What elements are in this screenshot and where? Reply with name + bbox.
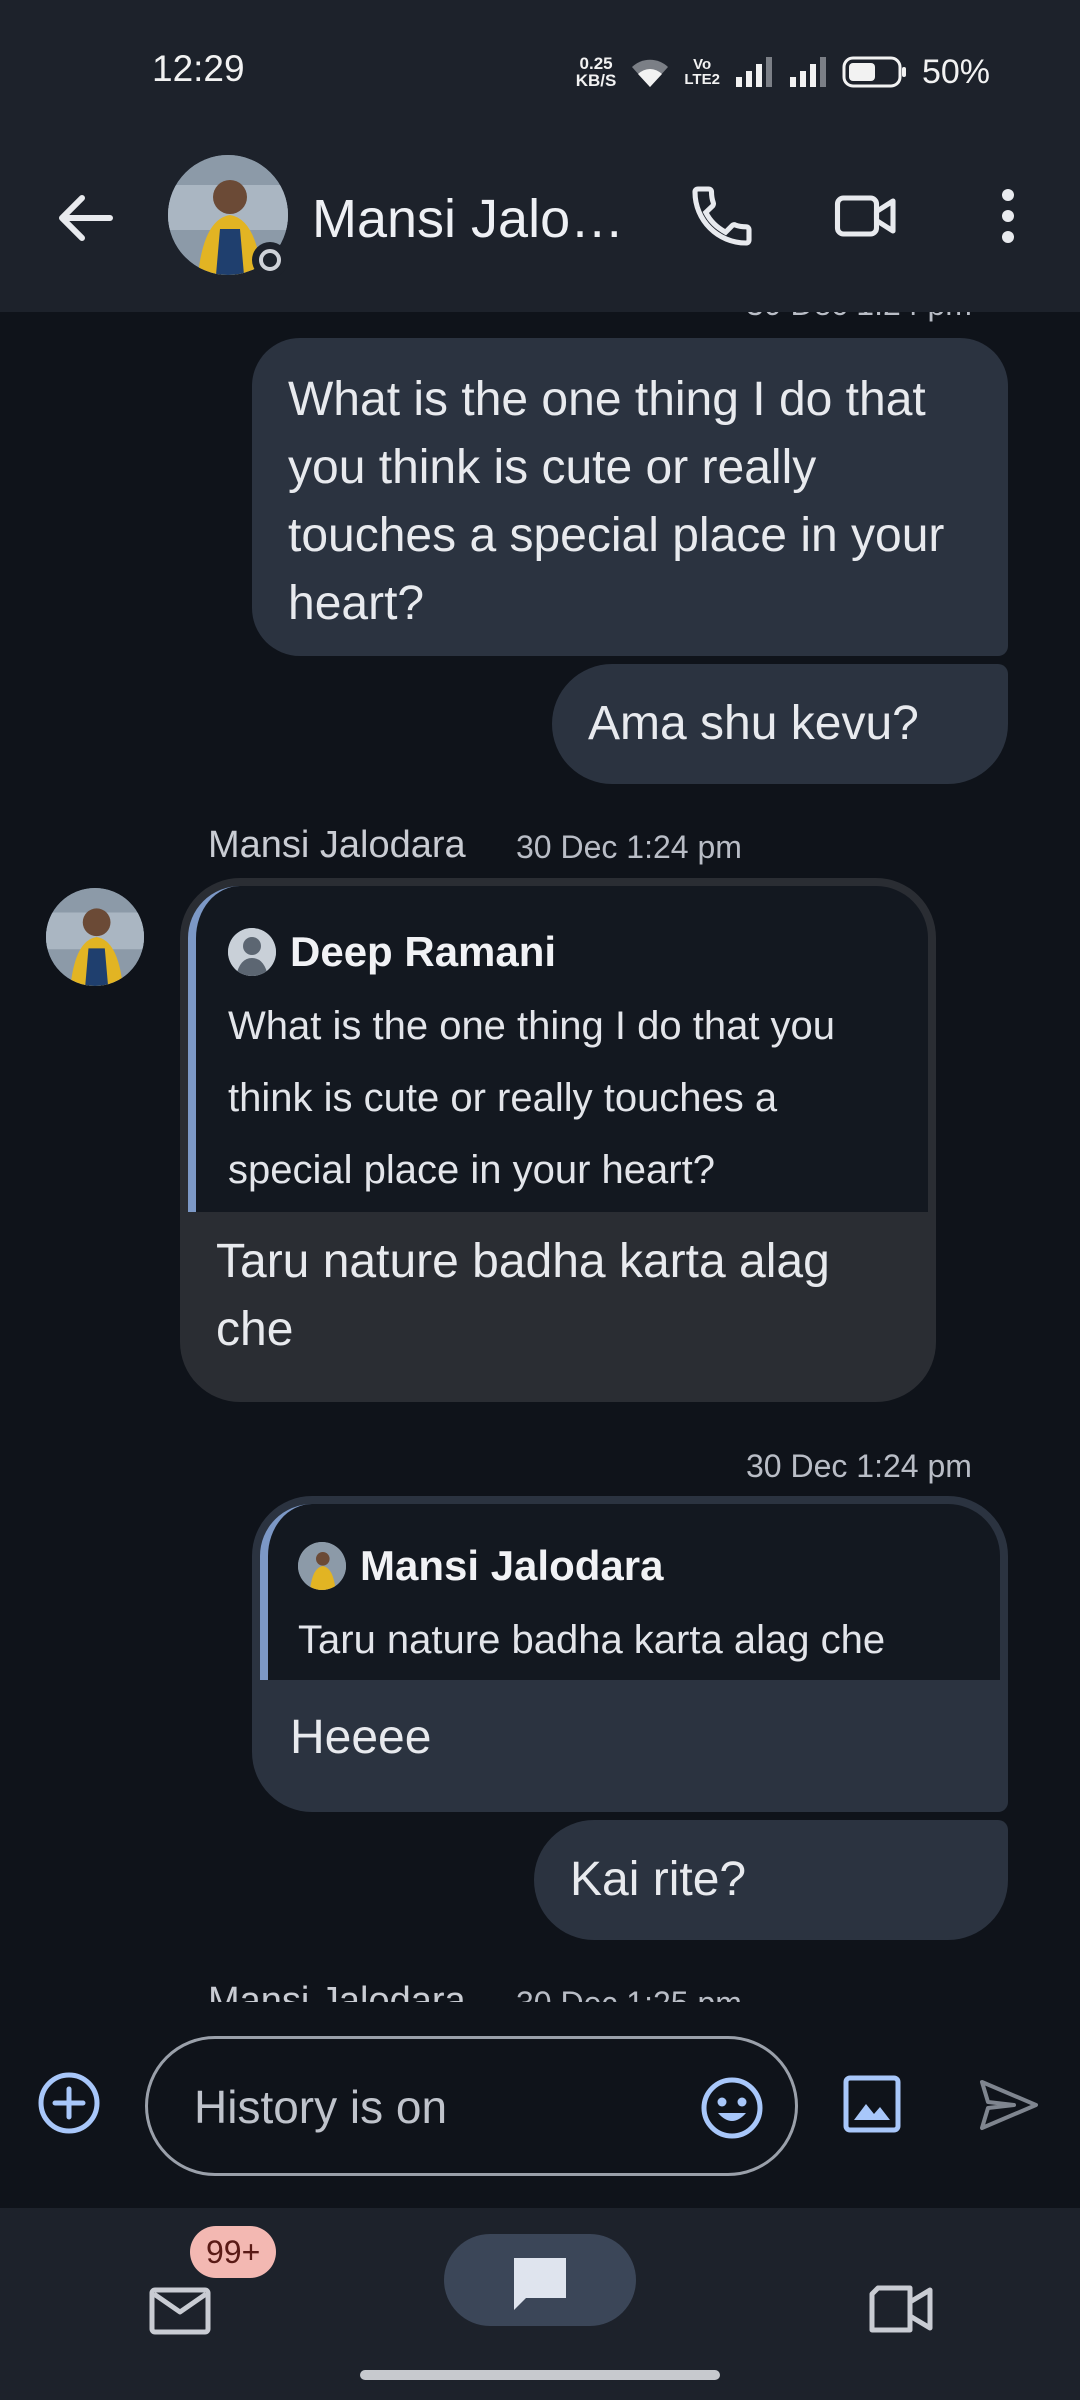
presence-indicator — [252, 242, 288, 278]
insert-image-button[interactable] — [840, 2072, 904, 2136]
outgoing-message-bubble[interactable]: Ama shu kevu? — [552, 664, 1008, 784]
unread-mail-badge: 99+ — [190, 2226, 277, 2278]
status-time: 12:29 — [152, 48, 245, 89]
mail-icon — [149, 2287, 211, 2335]
volte-indicator: Vo LTE2 — [684, 56, 720, 88]
signal-sim1-icon — [735, 57, 772, 87]
send-icon — [980, 2080, 1038, 2130]
sender-avatar[interactable] — [46, 888, 144, 986]
image-icon — [843, 2075, 901, 2133]
quoted-message[interactable]: Deep Ramani What is the one thing I do t… — [188, 886, 928, 1212]
add-circle-icon — [38, 2072, 100, 2134]
video-camera-icon — [869, 2285, 933, 2333]
message-timestamp: 30 Dec 1:24 pm — [516, 829, 742, 865]
quoted-author-name: Mansi Jalodara — [360, 1542, 664, 1589]
quoted-author-avatar — [228, 928, 276, 976]
network-speed: 0.25 KB/S — [575, 54, 617, 90]
message-text: Ama shu kevu? — [588, 697, 919, 750]
more-options-button[interactable] — [972, 180, 1044, 252]
more-vert-icon — [1002, 189, 1014, 243]
video-call-icon — [834, 195, 896, 237]
quoted-author-avatar — [298, 1542, 346, 1590]
conversation-header: Mansi Jalo… — [0, 130, 1080, 312]
nav-mail-tab[interactable] — [148, 2278, 212, 2342]
wifi-icon — [632, 59, 669, 87]
sender-name: Mansi Jalodara — [208, 824, 466, 866]
message-list[interactable]: 30 Dec 1:24 pm What is the one thing I d… — [0, 312, 1080, 2002]
back-arrow-icon — [59, 195, 113, 241]
chat-icon — [514, 2258, 566, 2310]
video-call-button[interactable] — [830, 180, 902, 252]
message-timestamp: 30 Dec 1:24 pm — [746, 312, 972, 323]
message-input[interactable] — [194, 2069, 674, 2145]
send-button[interactable] — [976, 2072, 1042, 2138]
nav-meet-tab[interactable] — [866, 2276, 936, 2342]
outgoing-message-bubble[interactable]: Mansi Jalodara Taru nature badha karta a… — [252, 1496, 1008, 1812]
message-composer — [0, 2002, 1080, 2208]
bottom-navigation: 99+ — [0, 2208, 1080, 2400]
contact-name[interactable]: Mansi Jalo… — [312, 188, 622, 250]
back-button[interactable] — [52, 186, 116, 250]
avatar-photo-icon — [298, 1542, 346, 1590]
outgoing-message-bubble[interactable]: What is the one thing I do that you thin… — [252, 338, 1008, 656]
message-input-container[interactable] — [145, 2036, 798, 2176]
message-timestamp: 30 Dec 1:25 pm — [516, 1985, 742, 2002]
quoted-text: Taru nature badha karta alag che — [298, 1618, 886, 1662]
quoted-author-name: Deep Ramani — [290, 928, 557, 975]
add-attachment-button[interactable] — [36, 2070, 102, 2136]
battery-percentage: 50% — [921, 52, 990, 91]
phone-icon — [692, 186, 752, 246]
chat-tab-icon-wrapper[interactable] — [508, 2252, 572, 2316]
avatar-photo-icon — [228, 928, 276, 976]
battery-icon — [842, 56, 906, 88]
quoted-text: What is the one thing I do that you thin… — [228, 1004, 836, 1192]
message-timestamp: 30 Dec 1:24 pm — [746, 1448, 972, 1484]
incoming-message-bubble[interactable]: Deep Ramani What is the one thing I do t… — [180, 878, 936, 1402]
message-text: Heeee — [290, 1711, 432, 1764]
message-text: Kai rite? — [570, 1853, 747, 1906]
avatar-photo-icon — [46, 888, 144, 986]
message-text: What is the one thing I do that you thin… — [288, 373, 945, 630]
voice-call-button[interactable] — [686, 180, 758, 252]
emoji-button[interactable] — [699, 2075, 765, 2141]
emoji-icon — [701, 2077, 763, 2139]
home-indicator — [360, 2370, 720, 2380]
quoted-message[interactable]: Mansi Jalodara Taru nature badha karta a… — [260, 1504, 1000, 1680]
message-text: Taru nature badha karta alag che — [216, 1235, 830, 1356]
status-bar: 12:29 0.25 KB/S Vo LTE2 50% — [0, 0, 1080, 130]
status-icons: 0.25 KB/S Vo LTE2 50% — [576, 48, 990, 96]
signal-sim2-icon — [789, 57, 826, 87]
outgoing-message-bubble[interactable]: Kai rite? — [534, 1820, 1008, 1940]
sender-name: Mansi Jalodara — [208, 1980, 466, 2002]
